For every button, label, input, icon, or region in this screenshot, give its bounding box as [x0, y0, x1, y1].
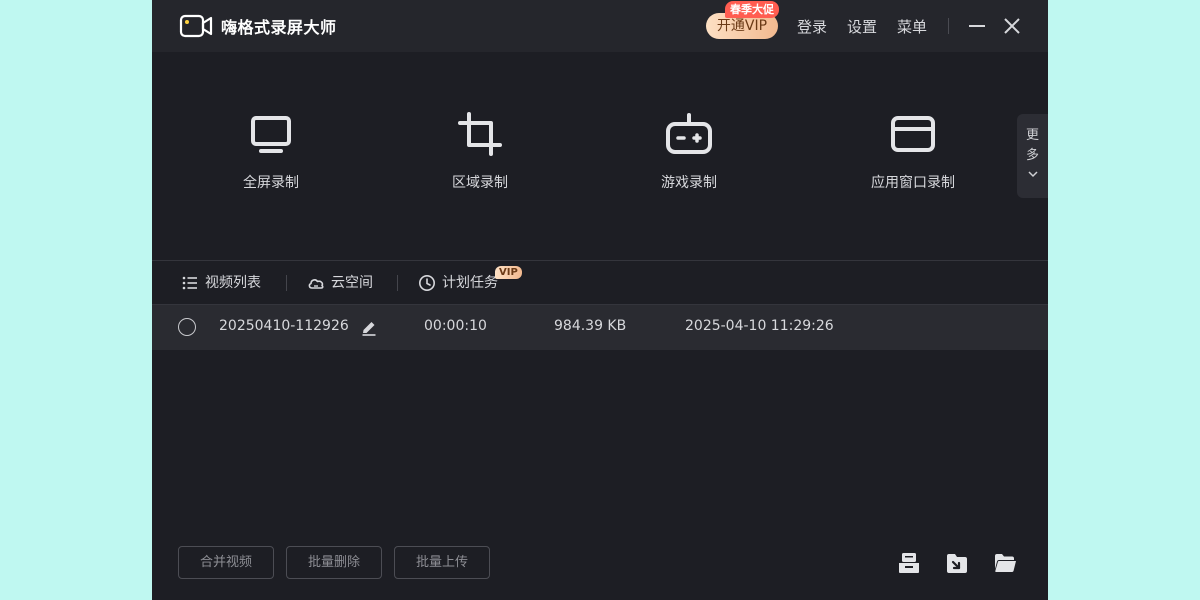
list-icon	[182, 276, 197, 290]
tab-label: 云空间	[331, 275, 373, 291]
import-icon[interactable]	[897, 551, 921, 575]
title-bar: 嗨格式录屏大师 开通VIP 春季大促 登录 设置 菜单	[152, 0, 1048, 52]
gamepad-icon	[666, 113, 712, 154]
mode-label: 区域录制	[452, 175, 508, 191]
row-select-radio[interactable]	[178, 318, 196, 336]
batch-upload-button[interactable]: 批量上传	[394, 546, 490, 579]
batch-delete-button[interactable]: 批量删除	[286, 546, 382, 579]
tab-separator	[397, 275, 398, 291]
title-separator	[948, 18, 949, 34]
pencil-icon[interactable]	[360, 319, 378, 337]
tab-cloud-space[interactable]: 云空间	[307, 273, 373, 293]
more-label-1: 更	[1025, 128, 1039, 143]
window-icon	[891, 116, 935, 152]
tab-video-list[interactable]: 视频列表	[181, 273, 261, 293]
mode-label: 全屏录制	[243, 175, 299, 191]
list-tabs: 视频列表 云空间 计划任务 VIP	[152, 260, 1048, 305]
export-icon[interactable]	[945, 551, 969, 575]
table-row[interactable]: 20250410-112926 00:00:10 984.39 KB 2025-…	[152, 305, 1048, 350]
vip-badge: VIP	[495, 266, 522, 279]
crop-icon	[458, 112, 502, 156]
merge-videos-button[interactable]: 合并视频	[178, 546, 274, 579]
close-icon[interactable]	[1002, 16, 1022, 36]
tab-label: 计划任务	[442, 275, 498, 291]
promo-badge: 春季大促	[725, 1, 779, 18]
chevron-down-icon	[1027, 171, 1038, 178]
cloud-icon	[308, 279, 324, 289]
login-link[interactable]: 登录	[797, 16, 827, 37]
file-name: 20250410-112926	[219, 318, 349, 334]
file-duration: 00:00:10	[424, 318, 487, 334]
record-modes: 全屏录制 区域录制 游戏录制 应用窗口录制 更 多	[152, 52, 1048, 260]
clock-icon	[419, 275, 435, 291]
tab-label: 视频列表	[205, 275, 261, 291]
mode-game-record[interactable]: 游戏录制	[609, 110, 769, 192]
tab-scheduled-tasks[interactable]: 计划任务	[418, 273, 498, 293]
mode-app-window-record[interactable]: 应用窗口录制	[833, 110, 993, 192]
tab-separator	[286, 275, 287, 291]
file-date: 2025-04-10 11:29:26	[685, 318, 834, 334]
camera-logo-icon	[179, 14, 213, 38]
monitor-icon	[251, 116, 291, 153]
folder-icon[interactable]	[993, 551, 1017, 575]
menu-link[interactable]: 菜单	[897, 16, 927, 37]
app-title: 嗨格式录屏大师	[221, 18, 337, 37]
more-label-2: 多	[1025, 148, 1039, 163]
app-window: 嗨格式录屏大师 开通VIP 春季大促 登录 设置 菜单 全屏录制 区域录制 游戏…	[152, 0, 1048, 600]
minimize-icon[interactable]	[967, 16, 987, 36]
mode-label: 应用窗口录制	[871, 175, 955, 191]
mode-label: 游戏录制	[661, 175, 717, 191]
settings-link[interactable]: 设置	[847, 16, 877, 37]
mode-fullscreen-record[interactable]: 全屏录制	[191, 110, 351, 192]
more-modes-tab[interactable]: 更 多	[1017, 114, 1048, 198]
mode-region-record[interactable]: 区域录制	[400, 110, 560, 192]
file-size: 984.39 KB	[554, 318, 627, 334]
